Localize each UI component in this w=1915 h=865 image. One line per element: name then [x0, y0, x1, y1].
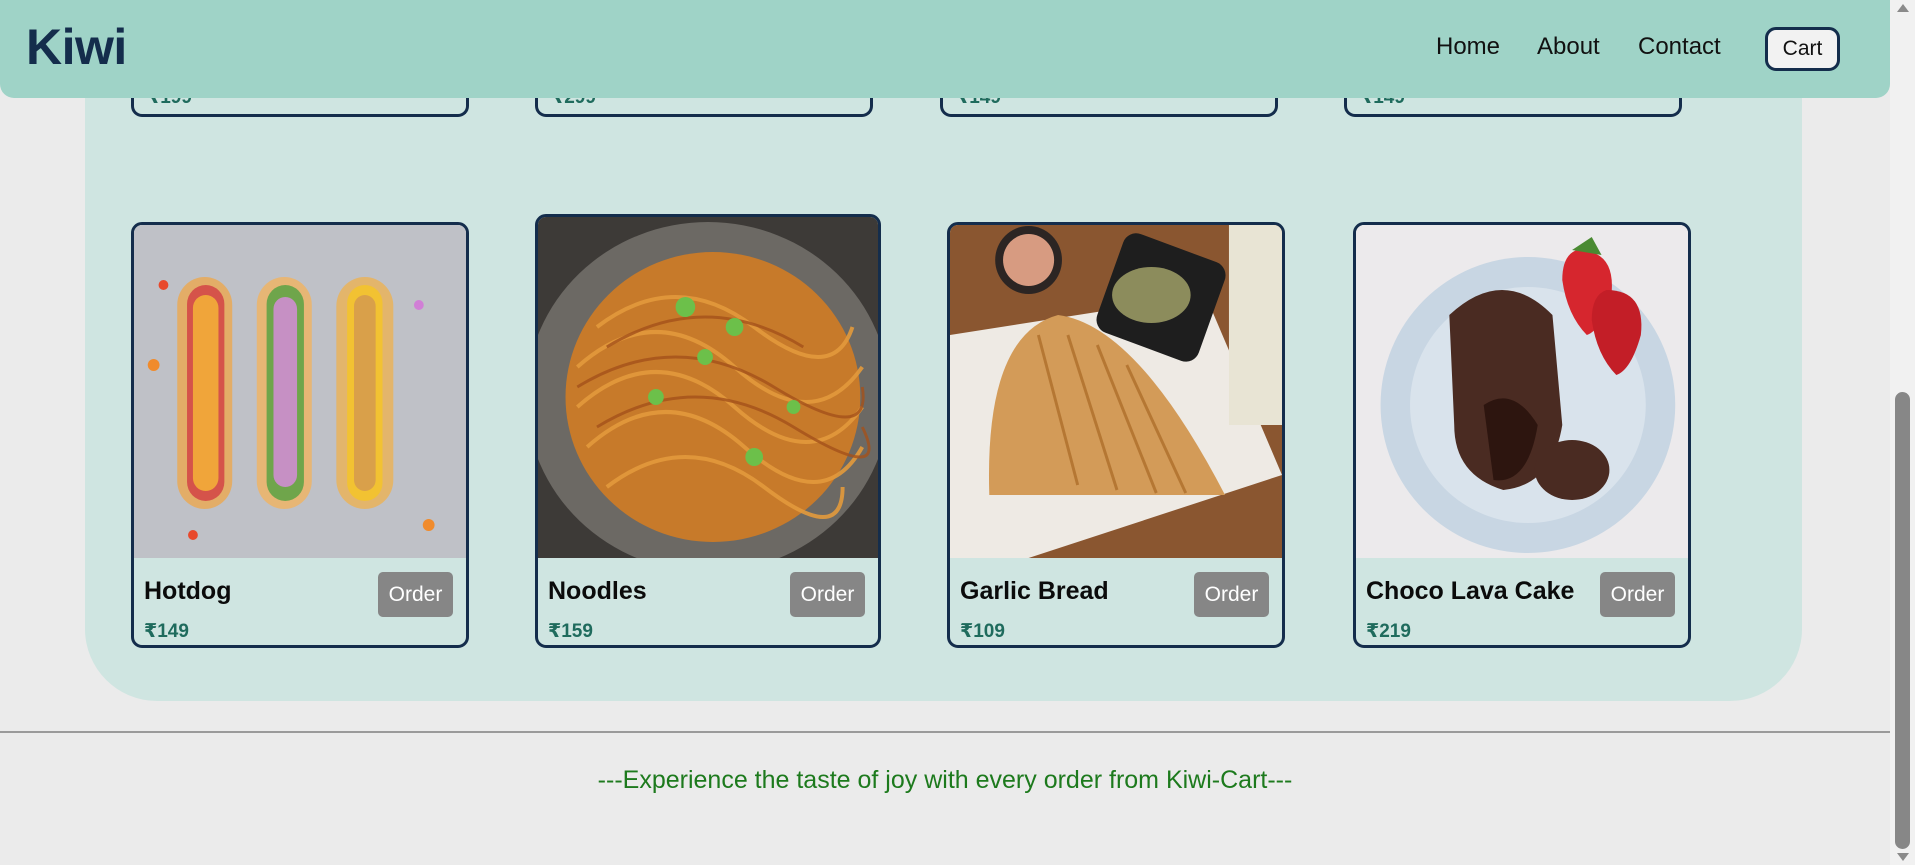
navbar: Kiwi Home About Contact Cart: [0, 0, 1890, 98]
page-scrollbar[interactable]: [1890, 0, 1915, 865]
product-price: ₹149: [144, 621, 189, 642]
order-button[interactable]: Order: [378, 572, 453, 617]
garlic-bread-image: [950, 225, 1282, 558]
footer-divider: [0, 731, 1890, 733]
footer-tagline: ---Experience the taste of joy with ever…: [597, 766, 1293, 794]
product-price: ₹219: [1366, 621, 1411, 642]
product-card-noodles: Noodles Order ₹159: [535, 214, 881, 648]
order-button[interactable]: Order: [1194, 572, 1269, 617]
nav-contact-link[interactable]: Contact: [1638, 33, 1721, 61]
product-name: Choco Lava Cake: [1366, 577, 1575, 605]
nav-home-link[interactable]: Home: [1436, 33, 1500, 61]
product-price: ₹109: [960, 621, 1005, 642]
scroll-up-icon[interactable]: [1897, 4, 1909, 12]
product-price: ₹159: [548, 621, 593, 642]
product-card-choco-lava-cake: Choco Lava Cake Order ₹219: [1353, 222, 1691, 648]
scroll-down-icon[interactable]: [1897, 853, 1909, 861]
cart-button[interactable]: Cart: [1765, 27, 1840, 71]
scrollbar-thumb[interactable]: [1895, 392, 1910, 849]
order-button[interactable]: Order: [790, 572, 865, 617]
product-card-hotdog: Hotdog Order ₹149: [131, 222, 469, 648]
brand-logo[interactable]: Kiwi: [26, 18, 127, 76]
choco-lava-cake-image: [1356, 225, 1688, 558]
product-name: Noodles: [548, 577, 647, 605]
menu-panel: ₹199 ₹299 ₹149 ₹149: [85, 0, 1802, 701]
nav-about-link[interactable]: About: [1537, 33, 1600, 61]
product-name: Garlic Bread: [960, 577, 1109, 605]
product-card-garlic-bread: Garlic Bread Order ₹109: [947, 222, 1285, 648]
order-button[interactable]: Order: [1600, 572, 1675, 617]
noodles-image: [538, 217, 878, 558]
product-name: Hotdog: [144, 577, 232, 605]
hotdog-image: [134, 225, 466, 558]
